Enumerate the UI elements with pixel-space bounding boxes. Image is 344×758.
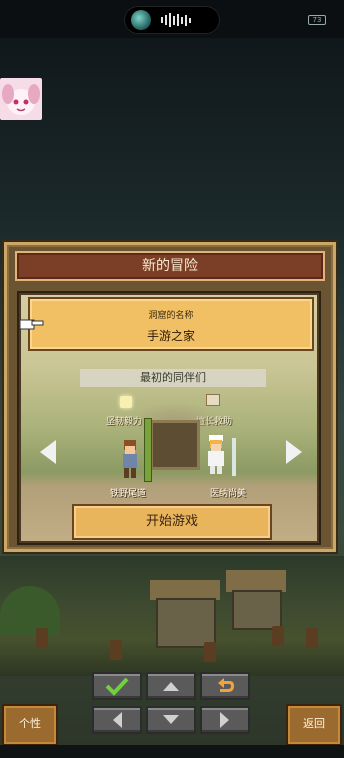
status-bar: 73	[0, 0, 344, 38]
party-header: 最初的同伴们	[80, 369, 266, 387]
battery-indicator: 73	[308, 15, 326, 25]
right-companion-sprite[interactable]	[204, 434, 228, 476]
house-roof	[150, 580, 220, 600]
villager-sprite	[110, 640, 122, 660]
left-companion-sprite[interactable]	[118, 438, 142, 480]
arrow-down-icon	[163, 715, 179, 724]
left-companion-name: 铁野尾道	[110, 489, 147, 499]
dialog-title: 新的冒险	[15, 251, 325, 281]
cave-name-field[interactable]: 洞窟的名称 手游之家	[28, 297, 314, 351]
back-button[interactable]	[200, 672, 250, 700]
right-companion-name: 医纳尚美	[210, 489, 247, 499]
villager-sprite	[306, 628, 318, 648]
move-right-button[interactable]	[200, 706, 250, 734]
town-house	[232, 590, 282, 630]
undo-icon	[218, 678, 234, 692]
next-party-arrow-icon[interactable]	[286, 440, 302, 464]
town-house	[156, 598, 216, 648]
villager-sprite	[36, 628, 48, 648]
personality-button[interactable]: 个性	[2, 704, 58, 746]
nurse-staff	[232, 438, 236, 476]
move-up-button[interactable]	[146, 672, 196, 700]
villager-sprite	[272, 626, 284, 646]
previous-party-arrow-icon[interactable]	[40, 440, 56, 464]
start-game-button[interactable]: 开始游戏	[72, 504, 272, 540]
cave-name-value: 手游之家	[146, 329, 195, 343]
green-pillar	[144, 418, 152, 482]
pointing-hand-icon	[20, 319, 44, 330]
villager-sprite	[204, 642, 216, 662]
dynamic-island	[124, 6, 220, 34]
move-left-button[interactable]	[92, 706, 142, 734]
house-roof	[226, 570, 286, 592]
audio-wave-icon	[161, 13, 191, 27]
arrow-right-icon	[220, 712, 229, 728]
arrow-up-icon	[163, 682, 179, 691]
arrow-left-icon	[113, 712, 122, 728]
move-down-button[interactable]	[146, 706, 196, 734]
cave-gate	[150, 420, 200, 470]
confirm-button[interactable]	[92, 672, 142, 700]
check-icon	[105, 677, 129, 696]
bottom-strip	[0, 745, 344, 758]
return-button[interactable]: 返回	[286, 704, 342, 746]
cave-name-label: 洞窟的名称	[148, 311, 194, 321]
floating-assistant-avatar[interactable]	[0, 78, 42, 120]
app-avatar-icon	[131, 10, 151, 30]
